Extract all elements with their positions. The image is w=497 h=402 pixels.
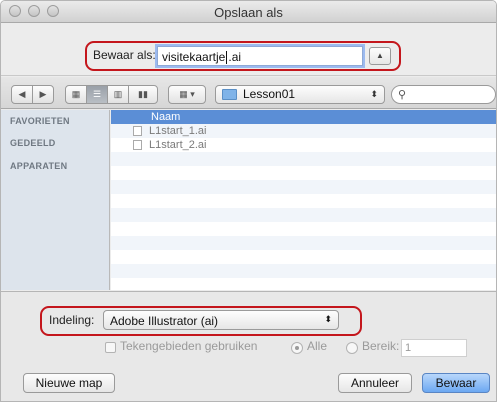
save-as-label: Bewaar als:	[93, 48, 156, 62]
use-artboards-label: Tekengebieden gebruiken	[120, 339, 258, 353]
arrange-menu-button[interactable]: ▦ ▾	[168, 85, 206, 104]
coverflow-icon: ▮▮	[138, 89, 148, 99]
range-input[interactable]: 1	[401, 339, 467, 357]
browser-toolbar: ◀ ▶ ▦ ☰ ▥ ▮▮ ▦ ▾ Lesson01 ⬍ ⚲	[1, 77, 496, 109]
grid-icon: ▦	[71, 89, 81, 99]
document-icon	[133, 126, 142, 136]
columns-icon: ▥	[113, 89, 123, 99]
expand-dialog-button[interactable]: ▲	[369, 47, 391, 65]
back-button[interactable]: ◀	[11, 85, 33, 104]
sidebar: FAVORIETEN GEDEELD APPARATEN	[1, 110, 110, 290]
location-popup[interactable]: Lesson01 ⬍	[215, 85, 385, 104]
range-label: Bereik:	[362, 339, 400, 353]
file-name: L1start_2.ai	[149, 139, 207, 151]
arrow-left-icon: ◀	[18, 89, 26, 99]
updown-arrows-icon: ⬍	[324, 314, 332, 324]
format-selected-value: Adobe Illustrator (ai)	[110, 314, 219, 328]
file-name: L1start_1.ai	[149, 125, 207, 137]
sidebar-section-favorites: FAVORIETEN	[10, 116, 70, 126]
row-stripe	[111, 264, 496, 278]
list-view-button[interactable]: ☰	[86, 85, 108, 104]
filename-text-before-caret: visitekaartje	[162, 50, 226, 64]
list-icon: ☰	[92, 89, 102, 99]
title-bar: Opslaan als	[1, 1, 496, 23]
column-header-name[interactable]: Naam	[111, 110, 496, 124]
cancel-button[interactable]: Annuleer	[338, 373, 412, 393]
column-view-button[interactable]: ▥	[107, 85, 129, 104]
row-stripe	[111, 236, 496, 250]
folder-icon	[222, 89, 237, 100]
save-dialog-window: Opslaan als Bewaar als: visitekaartje .ai…	[0, 0, 497, 402]
filename-input[interactable]: visitekaartje .ai	[157, 46, 363, 66]
row-stripe	[111, 152, 496, 166]
chevron-up-icon: ▲	[376, 51, 384, 60]
icon-view-button[interactable]: ▦	[65, 85, 87, 104]
updown-arrows-icon: ⬍	[370, 89, 378, 99]
coverflow-view-button[interactable]: ▮▮	[128, 85, 158, 104]
use-artboards-checkbox[interactable]	[105, 342, 116, 353]
all-label: Alle	[307, 339, 328, 353]
format-label: Indeling:	[49, 313, 95, 327]
window-title: Opslaan als	[214, 5, 283, 20]
search-icon: ⚲	[398, 89, 407, 101]
file-row[interactable]: L1start_1.ai	[111, 124, 496, 138]
arrange-icon: ▦ ▾	[179, 89, 195, 99]
filename-text-after-caret: .ai	[228, 50, 242, 64]
location-label: Lesson01	[243, 87, 296, 101]
sidebar-section-shared: GEDEELD	[10, 138, 56, 148]
arrow-right-icon: ▶	[39, 89, 47, 99]
new-folder-button[interactable]: Nieuwe map	[23, 373, 115, 393]
row-stripe	[111, 208, 496, 222]
save-button[interactable]: Bewaar	[422, 373, 490, 393]
all-radio[interactable]	[291, 342, 303, 354]
row-stripe	[111, 180, 496, 194]
search-field[interactable]: ⚲	[391, 85, 496, 104]
document-icon	[133, 140, 142, 150]
format-select[interactable]: Adobe Illustrator (ai) ⬍	[103, 310, 339, 330]
forward-button[interactable]: ▶	[32, 85, 54, 104]
range-radio[interactable]	[346, 342, 358, 354]
save-as-area: Bewaar als: visitekaartje .ai ▲	[1, 24, 496, 76]
options-panel: Indeling: Adobe Illustrator (ai) ⬍ Teken…	[1, 291, 496, 401]
file-row[interactable]: L1start_2.ai	[111, 138, 496, 152]
file-list[interactable]: Naam L1start_1.ai L1start_2.ai	[111, 110, 496, 290]
sidebar-section-devices: APPARATEN	[10, 161, 68, 171]
